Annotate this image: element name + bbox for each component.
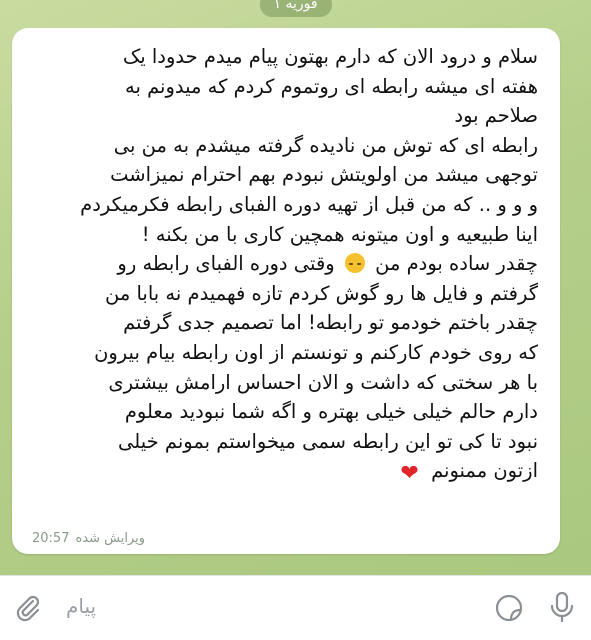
- message-line: و و و .. که من قبل از تهیه دوره الفبای ر…: [80, 192, 538, 216]
- red-heart-emoji-icon: ❤: [400, 461, 419, 487]
- upside-down-face-emoji-icon: [344, 253, 365, 274]
- message-line: دارم حالم خیلی خیلی بهتره و اگه شما نبود…: [124, 400, 538, 424]
- message-line: چقدر ساده بودم من وقتی دوره الفبای رابطه…: [30, 249, 538, 279]
- message-line: توجهی میشد من اولویتش نبودم بهم احترام ن…: [110, 163, 538, 187]
- message-bubble[interactable]: سلام و درود الان که دارم بهتون پیام میدم…: [12, 28, 560, 554]
- message-input-bar: پیام: [0, 575, 591, 640]
- message-line: نبود تا کی تو این رابطه سمی میخواستم بمو…: [118, 429, 538, 453]
- message-line: با هر سختی که داشت و الان احساس ارامش بی…: [108, 370, 538, 394]
- date-chip: فوریه ۱: [259, 0, 332, 17]
- message-line: اینا طبیعیه و اون میتونه همچین کاری با م…: [141, 222, 538, 246]
- sticker-icon[interactable]: [494, 593, 524, 623]
- message-line: که روی خودم کارکنم و تونستم از اون رابطه…: [94, 340, 538, 364]
- message-line: ازتون ممنونم ❤: [30, 456, 538, 489]
- message-time: 20:57: [32, 531, 70, 546]
- message-line: سلام و درود الان که دارم بهتون پیام میدم…: [122, 45, 538, 68]
- message-meta: ویرایش شده 20:57: [26, 531, 145, 546]
- message-line: هفته ای میشه رابطه ای روتموم کردم که مید…: [124, 74, 538, 98]
- message-last-line: ازتون ممنونم: [431, 459, 538, 483]
- message-line: صلاحم بود: [454, 104, 538, 128]
- message-line: چقدر باختم خودمو تو رابطه! اما تصمیم جدی…: [123, 311, 538, 335]
- edited-label: ویرایش شده: [75, 531, 146, 546]
- message-line-start: چقدر ساده بودم من: [375, 252, 538, 276]
- message-line: گرفتم و فایل ها رو گوش کردم تازه فهمیدم …: [105, 281, 538, 305]
- message-line: رابطه ای که توش من نادیده گرفته میشدم به…: [113, 133, 538, 157]
- message-line-end: وقتی دوره الفبای رابطه رو: [117, 252, 335, 276]
- message-text: سلام و درود الان که دارم بهتون پیام میدم…: [30, 42, 538, 489]
- paperclip-icon[interactable]: [12, 592, 44, 624]
- microphone-icon[interactable]: [548, 590, 576, 624]
- message-input[interactable]: پیام: [66, 594, 96, 618]
